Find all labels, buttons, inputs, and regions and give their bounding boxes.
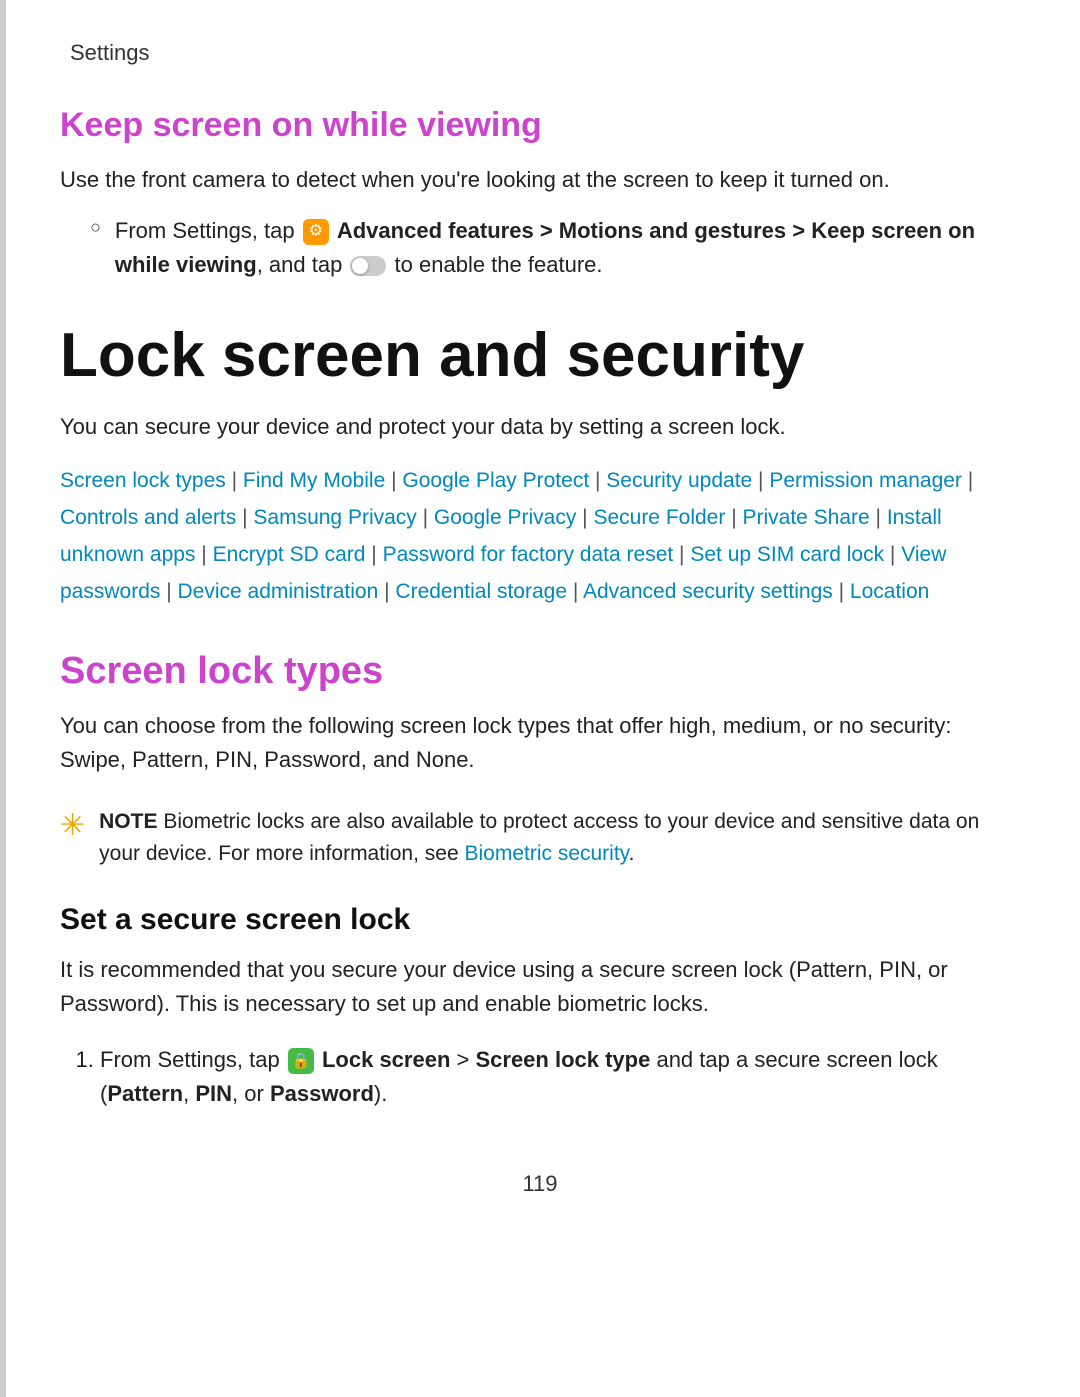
- link-device-admin[interactable]: Device administration: [178, 580, 379, 603]
- link-google-play-protect[interactable]: Google Play Protect: [402, 469, 589, 492]
- keep-screen-title: Keep screen on while viewing: [60, 106, 1020, 145]
- secure-lock-step-1: From Settings, tap Lock screen > Screen …: [100, 1043, 1020, 1111]
- toggle-icon: [350, 256, 386, 276]
- bullet-circle-icon: ○: [90, 217, 101, 238]
- link-location[interactable]: Location: [850, 580, 929, 603]
- page: Settings Keep screen on while viewing Us…: [0, 0, 1080, 1397]
- lock-screen-title: Lock screen and security: [60, 322, 1020, 390]
- link-google-privacy[interactable]: Google Privacy: [434, 506, 576, 529]
- lock-screen-intro: You can secure your device and protect y…: [60, 410, 1020, 443]
- link-advanced-security[interactable]: Advanced security settings: [583, 580, 833, 603]
- link-private-share[interactable]: Private Share: [742, 506, 869, 529]
- page-border: [0, 0, 6, 1397]
- links-block: Screen lock types | Find My Mobile | Goo…: [60, 463, 1020, 610]
- link-sim-card-lock[interactable]: Set up SIM card lock: [690, 543, 884, 566]
- screen-lock-types-desc: You can choose from the following screen…: [60, 709, 1020, 777]
- page-number: 119: [60, 1171, 1020, 1197]
- keep-screen-bullet-text: From Settings, tap Advanced features > M…: [115, 214, 1020, 282]
- screen-lock-types-title: Screen lock types: [60, 650, 1020, 693]
- link-permission-manager[interactable]: Permission manager: [769, 469, 962, 492]
- settings-icon: [303, 219, 329, 245]
- link-password-factory[interactable]: Password for factory data reset: [383, 543, 674, 566]
- note-end: .: [629, 842, 635, 865]
- secure-lock-title: Set a secure screen lock: [60, 903, 1020, 937]
- link-screen-lock-types[interactable]: Screen lock types: [60, 469, 226, 492]
- note-sun-icon: ✳: [60, 808, 85, 843]
- note-block: ✳ NOTE Biometric locks are also availabl…: [60, 806, 1020, 871]
- keep-screen-bullet: ○ From Settings, tap Advanced features >…: [90, 214, 1020, 282]
- link-samsung-privacy[interactable]: Samsung Privacy: [253, 506, 416, 529]
- keep-screen-description: Use the front camera to detect when you'…: [60, 163, 1020, 196]
- note-label: NOTE: [99, 810, 157, 833]
- lock-screen-section: Lock screen and security You can secure …: [60, 322, 1020, 610]
- note-text: NOTE Biometric locks are also available …: [99, 806, 1020, 871]
- secure-lock-steps: From Settings, tap Lock screen > Screen …: [100, 1043, 1020, 1111]
- page-label: Settings: [60, 40, 1020, 66]
- secure-screen-lock-section: Set a secure screen lock It is recommend…: [60, 903, 1020, 1111]
- screen-lock-types-section: Screen lock types You can choose from th…: [60, 650, 1020, 870]
- keep-screen-section: Keep screen on while viewing Use the fro…: [60, 106, 1020, 282]
- link-find-my-mobile[interactable]: Find My Mobile: [243, 469, 385, 492]
- lock-screen-icon: [288, 1048, 314, 1074]
- secure-lock-desc: It is recommended that you secure your d…: [60, 953, 1020, 1021]
- link-controls-alerts[interactable]: Controls and alerts: [60, 506, 236, 529]
- link-biometric-security[interactable]: Biometric security: [464, 842, 628, 865]
- link-security-update[interactable]: Security update: [606, 469, 752, 492]
- link-secure-folder[interactable]: Secure Folder: [593, 506, 725, 529]
- link-encrypt-sd[interactable]: Encrypt SD card: [213, 543, 366, 566]
- link-credential-storage[interactable]: Credential storage: [395, 580, 567, 603]
